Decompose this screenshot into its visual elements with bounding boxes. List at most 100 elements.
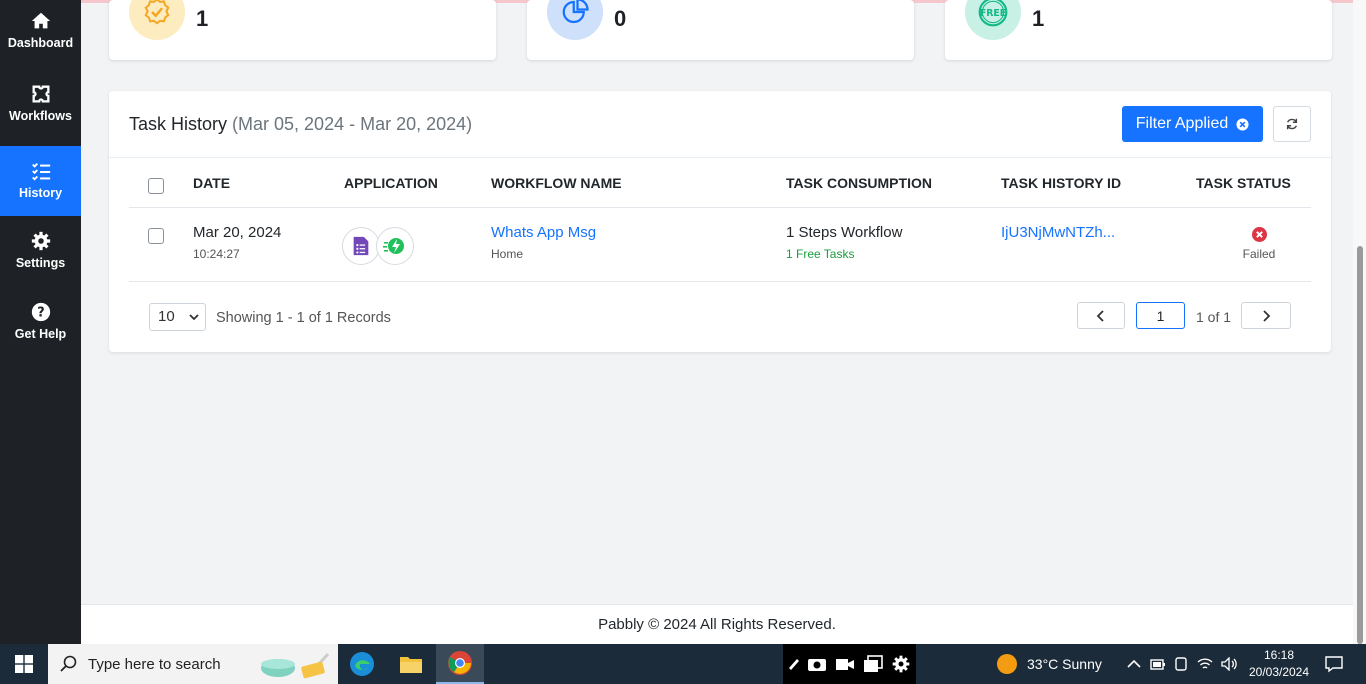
google-forms-icon [342, 227, 380, 265]
sidebar-item-dashboard[interactable]: Dashboard [0, 10, 81, 80]
per-page-select[interactable]: 10 [149, 303, 206, 331]
select-all-checkbox[interactable] [148, 178, 164, 194]
stat-icon-circle [129, 0, 185, 40]
table-row: Mar 20, 2024 10:24:27 Whats App Msg Home… [129, 209, 1311, 282]
folder-icon [400, 657, 422, 673]
sidebar-item-label: Settings [15, 256, 66, 270]
taskbar-search-box[interactable]: Type here to search [48, 644, 338, 684]
workflow-icon [32, 85, 49, 103]
list-icon [31, 163, 50, 181]
search-highlight-illustration-icon [261, 652, 330, 679]
free-tasks-label: 1 Free Tasks [786, 247, 855, 261]
settings-gear-icon[interactable] [891, 654, 911, 674]
row-checkbox[interactable] [148, 228, 164, 244]
weather-widget[interactable]: 33°C Sunny [996, 644, 1102, 684]
column-header-task-history-id[interactable]: TASK HISTORY ID [1001, 175, 1121, 191]
chevron-up-icon[interactable] [1127, 659, 1141, 669]
pie-chart-icon [562, 0, 589, 24]
pen-icon[interactable] [787, 656, 801, 672]
page-scrollbar[interactable] [1353, 0, 1366, 644]
pagination-bar: 10 Showing 1 - 1 of 1 Records 1 1 of 1 [129, 302, 1311, 332]
weather-text: 33°C Sunny [1027, 656, 1102, 672]
sun-icon [997, 654, 1017, 674]
scrollbar-thumb[interactable] [1357, 246, 1363, 644]
sidebar-item-label: Get Help [14, 327, 67, 341]
records-summary: Showing 1 - 1 of 1 Records [216, 310, 391, 326]
window-capture-icon[interactable] [863, 655, 883, 673]
screen-capture-toolbar [783, 644, 916, 684]
chrome-browser-icon [448, 651, 472, 675]
notifications-button[interactable] [1314, 644, 1354, 684]
stat-value: 0 [614, 6, 627, 31]
page-number-input[interactable]: 1 [1136, 302, 1185, 329]
copyright-text: Pabbly © 2024 All Rights Reserved. [598, 616, 836, 633]
stat-icon-circle [547, 0, 603, 40]
taskbar-edge-app[interactable] [338, 644, 386, 684]
chevron-right-icon [1263, 309, 1271, 322]
column-header-date[interactable]: DATE [193, 175, 230, 191]
table-header: DATE APPLICATION WORKFLOW NAME TASK CONS… [129, 158, 1311, 208]
close-circle-icon[interactable] [1236, 117, 1249, 131]
workflow-folder: Home [491, 247, 524, 261]
chevron-down-icon [189, 314, 199, 321]
task-history-id-link[interactable]: IjU3NjMwNTZh... [1001, 224, 1115, 241]
badge-check-icon [144, 0, 170, 25]
clock-date: 20/03/2024 [1248, 665, 1310, 679]
sidebar-item-settings[interactable]: Settings [0, 230, 81, 300]
column-header-application[interactable]: APPLICATION [344, 175, 438, 191]
row-date: Mar 20, 2024 [193, 224, 282, 241]
status-text: Failed [1242, 247, 1276, 261]
title-text: Task History [129, 114, 228, 134]
search-placeholder: Type here to search [88, 656, 221, 673]
status-badge: Failed [1217, 227, 1301, 261]
sidebar-item-label: Workflows [9, 109, 72, 123]
filter-applied-button[interactable]: Filter Applied [1122, 106, 1263, 142]
system-tray [1127, 644, 1239, 684]
refresh-icon [1286, 118, 1298, 130]
footer: Pabbly © 2024 All Rights Reserved. [81, 604, 1353, 644]
sidebar: Dashboard Workflows History Settings ? G… [0, 0, 81, 644]
video-icon[interactable] [835, 656, 855, 672]
pabbly-connect-icon [376, 227, 414, 265]
start-button[interactable] [0, 644, 48, 684]
volume-icon[interactable] [1221, 657, 1239, 671]
svg-text:?: ? [37, 306, 44, 321]
notification-icon [1325, 656, 1343, 673]
column-header-workflow-name[interactable]: WORKFLOW NAME [491, 175, 622, 191]
clock-time: 16:18 [1263, 648, 1295, 662]
main-content: 1 0 FREE 1 Task History (Mar 05, 2024 - … [81, 0, 1353, 644]
sidebar-item-get-help[interactable]: ? Get Help [0, 301, 81, 371]
chevron-left-icon [1096, 309, 1104, 322]
stat-card-tasks-completed: 1 [109, 0, 496, 60]
taskbar-chrome-app[interactable] [436, 644, 484, 684]
column-header-task-consumption[interactable]: TASK CONSUMPTION [786, 175, 932, 191]
prev-page-button[interactable] [1077, 302, 1125, 329]
taskbar-clock[interactable]: 16:18 20/03/2024 [1244, 647, 1314, 681]
filter-label: Filter Applied [1135, 115, 1229, 132]
sidebar-item-label: History [18, 186, 63, 200]
per-page-value: 10 [158, 308, 175, 325]
application-icons [342, 227, 422, 267]
sidebar-item-label: Dashboard [7, 36, 74, 50]
camera-icon[interactable] [807, 656, 827, 672]
stat-value: 1 [196, 6, 209, 31]
refresh-button[interactable] [1273, 106, 1311, 142]
free-badge-icon: FREE [978, 0, 1008, 27]
taskbar-file-explorer-app[interactable] [387, 644, 435, 684]
sidebar-item-history[interactable]: History [0, 146, 81, 216]
task-consumption: 1 Steps Workflow [786, 224, 903, 241]
workflow-name-link[interactable]: Whats App Msg [491, 224, 596, 241]
stat-card-tasks-consumed: 0 [527, 0, 914, 60]
stat-icon-circle: FREE [965, 0, 1021, 40]
panel-header: Task History (Mar 05, 2024 - Mar 20, 202… [109, 91, 1331, 158]
row-time: 10:24:27 [193, 247, 240, 261]
edge-browser-icon [350, 652, 374, 676]
column-header-task-status[interactable]: TASK STATUS [1196, 175, 1291, 191]
sidebar-item-workflows[interactable]: Workflows [0, 83, 81, 153]
next-page-button[interactable] [1241, 302, 1291, 329]
battery-icon[interactable] [1150, 657, 1166, 671]
task-history-panel: Task History (Mar 05, 2024 - Mar 20, 202… [109, 91, 1331, 352]
wifi-icon[interactable] [1197, 657, 1213, 671]
meet-now-icon[interactable] [1174, 656, 1188, 672]
failed-icon [1251, 227, 1267, 242]
